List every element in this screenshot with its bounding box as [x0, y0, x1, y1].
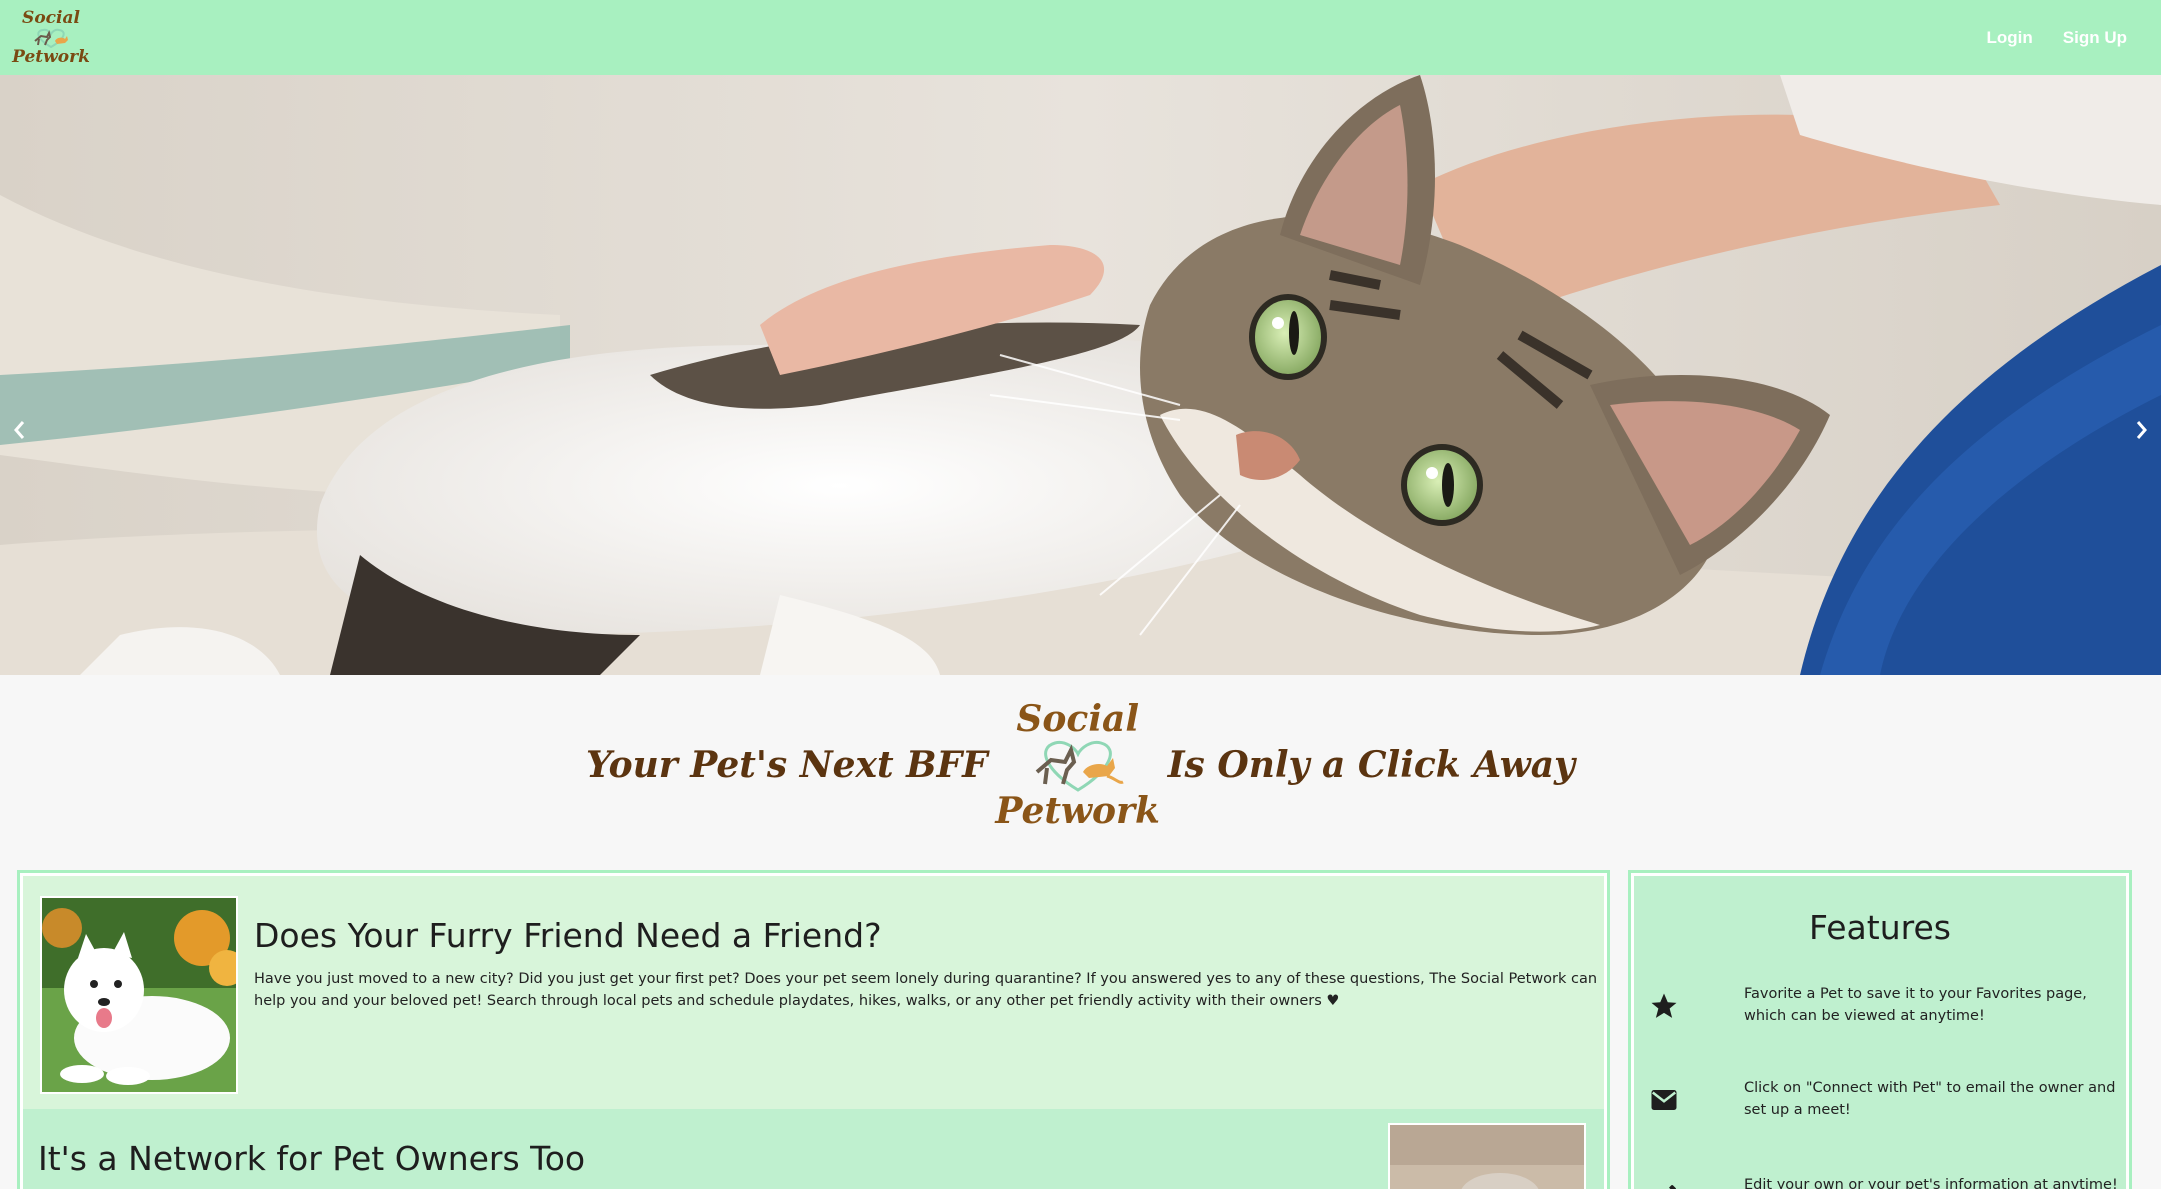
intro-title: Does Your Furry Friend Need a Friend? — [254, 916, 882, 955]
hero-cat-photo — [0, 75, 2161, 675]
envelope-icon — [1651, 1090, 1677, 1110]
tagline-logo-line-2: Petwork — [995, 790, 1160, 832]
owners-section: It's a Network for Pet Owners Too — [23, 1109, 1604, 1189]
feature-item-favorite: Favorite a Pet to save it to your Favori… — [1634, 983, 2126, 1043]
intro-section: Does Your Furry Friend Need a Friend? Ha… — [23, 876, 1604, 1109]
tagline-logo-line-1: Social — [1016, 698, 1139, 740]
pets-heart-icon — [34, 28, 68, 48]
features-panel: Features Favorite a Pet to save it to yo… — [1634, 876, 2126, 1189]
navbar: Social Petwork Login Sign Up — [0, 0, 2161, 75]
feature-item-connect: Click on "Connect with Pet" to email the… — [1634, 1077, 2126, 1137]
feature-text-favorite: Favorite a Pet to save it to your Favori… — [1744, 986, 2087, 1024]
tagline: Your Pet's Next BFF Social Petwork Is On… — [0, 700, 2161, 830]
feature-item-edit: Edit your own or your pet's information … — [1634, 1174, 2126, 1189]
star-icon — [1651, 993, 1677, 1018]
carousel-next-button[interactable] — [2121, 405, 2161, 455]
signup-link[interactable]: Sign Up — [2063, 28, 2127, 48]
carousel-prev-button[interactable] — [0, 405, 40, 455]
chevron-right-icon — [2136, 421, 2147, 439]
brand-logo[interactable]: Social Petwork — [12, 5, 90, 71]
tagline-right: Is Only a Click Away — [1167, 744, 1575, 786]
nav-links: Login Sign Up — [1987, 28, 2127, 48]
pencil-icon — [1669, 1185, 1676, 1189]
chevron-left-icon — [14, 421, 25, 439]
intro-body: Have you just moved to a new city? Did y… — [254, 971, 1598, 1009]
about-card: Does Your Furry Friend Need a Friend? Ha… — [17, 870, 1610, 1189]
logo-line-2: Petwork — [12, 46, 90, 67]
login-link[interactable]: Login — [1987, 28, 2033, 48]
owners-photo — [1388, 1123, 1586, 1189]
feature-text-edit: Edit your own or your pet's information … — [1744, 1177, 2118, 1189]
feature-text-connect: Click on "Connect with Pet" to email the… — [1744, 1080, 2116, 1118]
pets-heart-icon — [1035, 740, 1124, 792]
tagline-left: Your Pet's Next BFF — [586, 744, 988, 786]
tagline-logo: Social Petwork — [995, 698, 1160, 830]
logo-line-1: Social — [22, 7, 80, 28]
features-card: Features Favorite a Pet to save it to yo… — [1628, 870, 2132, 1189]
samoyed-photo — [40, 896, 238, 1094]
features-title: Features — [1809, 908, 1951, 947]
owners-title: It's a Network for Pet Owners Too — [38, 1139, 586, 1178]
hero-carousel — [0, 75, 2161, 675]
